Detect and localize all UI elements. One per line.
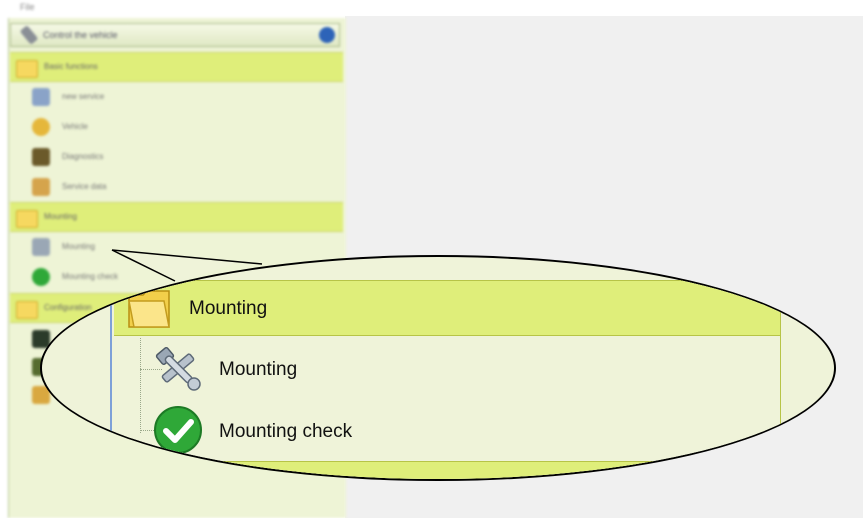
magnified-item-label: Mounting check	[219, 421, 353, 442]
magnifier-callout: Mounting Mounting Mounting check	[40, 255, 836, 481]
wrench-hammer-icon	[155, 346, 201, 391]
magnified-section-label: Mounting	[189, 298, 268, 319]
check-circle-icon	[154, 406, 202, 454]
magnified-item-mounting-check[interactable]: Mounting check	[114, 402, 754, 460]
magnified-next-section	[114, 461, 780, 479]
folder-icon	[128, 290, 170, 328]
magnified-item-mounting[interactable]: Mounting	[114, 340, 754, 398]
magnified-item-label: Mounting	[219, 359, 298, 380]
panel-edge	[780, 280, 781, 479]
